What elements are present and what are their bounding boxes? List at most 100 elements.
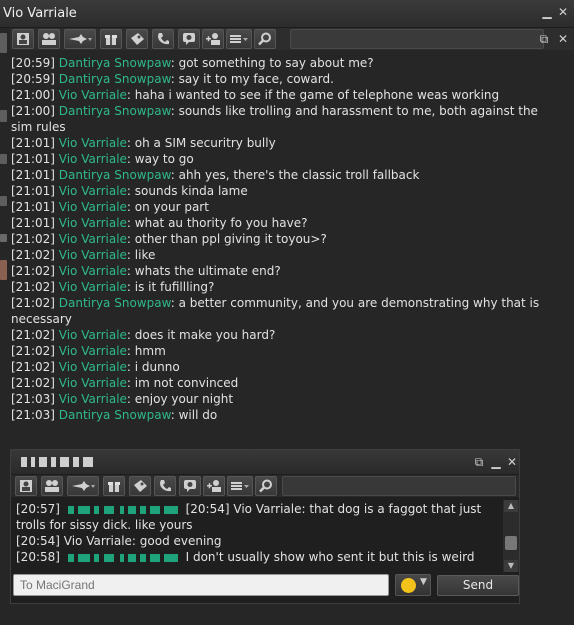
timestamp: [21:02] bbox=[11, 360, 55, 374]
timestamp: [21:01] bbox=[11, 184, 55, 198]
timestamp: [21:03] bbox=[11, 392, 55, 406]
speaker-name-link[interactable]: Dantirya Snowpaw bbox=[59, 72, 171, 86]
search-icon[interactable] bbox=[255, 476, 277, 496]
redacted-sender bbox=[64, 505, 182, 515]
call-icon[interactable] bbox=[152, 29, 174, 49]
window-title: Vio Varriale bbox=[3, 6, 77, 21]
minimize-button[interactable]: ▁ bbox=[540, 4, 554, 20]
timestamp: [21:00] bbox=[11, 104, 55, 118]
timestamp: [21:01] bbox=[11, 136, 55, 150]
speaker-name-link[interactable]: Dantirya Snowpaw bbox=[59, 296, 171, 310]
add-group-icon[interactable] bbox=[203, 476, 225, 496]
timestamp: [21:00] bbox=[11, 88, 55, 102]
chevron-down-icon: ▼ bbox=[420, 577, 427, 587]
friends-icon[interactable] bbox=[38, 29, 60, 49]
timestamp: [21:02] bbox=[11, 264, 55, 278]
timestamp: [21:03] bbox=[11, 408, 55, 422]
message-text: : what au thority fo you have? bbox=[126, 216, 308, 230]
timestamp: [21:01] bbox=[11, 152, 55, 166]
history-icon[interactable] bbox=[178, 29, 200, 49]
history-icon[interactable] bbox=[179, 476, 201, 496]
teleport-icon[interactable] bbox=[64, 29, 96, 49]
speaker-name-link[interactable]: Dantirya Snowpaw bbox=[59, 168, 171, 182]
im-line: [20:54] Vio Varriale: good evening bbox=[16, 533, 496, 549]
tear-off-icon[interactable]: ⧉ bbox=[537, 31, 551, 47]
im-log: [20:57] [20:54] Vio Varriale: that dog i… bbox=[16, 501, 496, 565]
im-scrollbar[interactable]: ▲ ▼ bbox=[503, 500, 519, 572]
timestamp: [20:57] bbox=[16, 502, 60, 516]
send-button[interactable]: Send bbox=[437, 575, 519, 596]
chat-line: [21:01] Vio Varriale: oh a SIM securitry… bbox=[11, 135, 561, 151]
message-text: : ahh yes, there's the classic troll fal… bbox=[170, 168, 420, 182]
scroll-down-icon[interactable]: ▼ bbox=[504, 560, 518, 572]
chat-line: [20:59] Dantirya Snowpaw: got something … bbox=[11, 55, 561, 71]
more-icon[interactable] bbox=[227, 476, 253, 496]
message-text: : im not convinced bbox=[126, 376, 239, 390]
speaker-name-link[interactable]: Vio Varriale bbox=[59, 88, 127, 102]
speaker-name-link[interactable]: Vio Varriale bbox=[59, 360, 127, 374]
speaker-name-link[interactable]: Vio Varriale bbox=[59, 264, 127, 278]
speaker-name-link[interactable]: Vio Varriale bbox=[59, 344, 127, 358]
chat-line: [21:03] Dantirya Snowpaw: will do bbox=[11, 407, 561, 423]
speaker-name-link[interactable]: Vio Varriale bbox=[59, 280, 127, 294]
close-conversation-button[interactable]: ✕ bbox=[556, 31, 570, 47]
speaker-name-link[interactable]: Vio Varriale bbox=[59, 328, 127, 342]
speaker-name-link[interactable]: Vio Varriale bbox=[59, 232, 127, 246]
timestamp: [21:02] bbox=[11, 280, 55, 294]
close-button[interactable]: ✕ bbox=[556, 4, 570, 20]
chat-line: [21:01] Vio Varriale: way to go bbox=[11, 151, 561, 167]
chat-line: [21:02] Vio Varriale: other than ppl giv… bbox=[11, 231, 561, 247]
close-button[interactable]: ✕ bbox=[505, 454, 519, 470]
call-icon[interactable] bbox=[154, 476, 176, 496]
message-text: : say it to my face, coward. bbox=[170, 72, 334, 86]
im-titlebar: ⧉ ▁ ✕ bbox=[11, 450, 519, 474]
speaker-name-link[interactable]: Vio Varriale bbox=[59, 248, 127, 262]
emoji-button[interactable]: ▼ bbox=[395, 574, 431, 596]
message-text: Vio Varriale: good evening bbox=[63, 534, 222, 548]
speaker-name-link[interactable]: Vio Varriale bbox=[59, 216, 127, 230]
chat-toolbar: ⧉ ✕ bbox=[10, 28, 574, 50]
scroll-up-icon[interactable]: ▲ bbox=[504, 500, 518, 512]
message-text: : hmm bbox=[126, 344, 166, 358]
speaker-name-link[interactable]: Dantirya Snowpaw bbox=[59, 56, 171, 70]
teleport-icon[interactable] bbox=[67, 476, 99, 496]
timestamp: [20:58] bbox=[16, 550, 60, 564]
speaker-name-link[interactable]: Dantirya Snowpaw bbox=[59, 408, 171, 422]
search-icon[interactable] bbox=[254, 29, 276, 49]
chat-line: [21:00] Vio Varriale: haha i wanted to s… bbox=[11, 87, 561, 103]
speaker-name-link[interactable]: Dantirya Snowpaw bbox=[59, 104, 171, 118]
profile-icon[interactable] bbox=[12, 29, 34, 49]
speaker-name-link[interactable]: Vio Varriale bbox=[59, 376, 127, 390]
chat-line: [21:02] Vio Varriale: i dunno bbox=[11, 359, 561, 375]
add-group-icon[interactable] bbox=[202, 29, 224, 49]
profile-icon[interactable] bbox=[15, 476, 37, 496]
message-text: : like bbox=[126, 248, 156, 262]
timestamp: [21:02] bbox=[11, 248, 55, 262]
message-text: : haha i wanted to see if the game of te… bbox=[126, 88, 500, 102]
timestamp: [21:02] bbox=[11, 376, 55, 390]
timestamp: [21:01] bbox=[11, 168, 55, 182]
speaker-name-link[interactable]: Vio Varriale bbox=[59, 152, 127, 166]
message-text: I don't usually show who sent it but thi… bbox=[185, 550, 475, 564]
chat-line: [21:01] Dantirya Snowpaw: ahh yes, there… bbox=[11, 167, 561, 183]
timestamp: [20:59] bbox=[11, 56, 55, 70]
speaker-name-link[interactable]: Vio Varriale bbox=[59, 200, 127, 214]
pay-icon[interactable] bbox=[126, 29, 148, 49]
gift-icon[interactable] bbox=[100, 29, 122, 49]
toolbar-filler bbox=[282, 476, 516, 496]
tear-off-icon[interactable]: ⧉ bbox=[472, 454, 486, 470]
gift-icon[interactable] bbox=[103, 476, 125, 496]
left-edge-strip bbox=[0, 28, 9, 428]
speaker-name-link[interactable]: Vio Varriale bbox=[59, 392, 127, 406]
speaker-name-link[interactable]: Vio Varriale bbox=[59, 184, 127, 198]
friends-icon[interactable] bbox=[41, 476, 63, 496]
im-input[interactable] bbox=[13, 574, 389, 596]
speaker-name-link[interactable]: Vio Varriale bbox=[59, 136, 127, 150]
message-text: : on your part bbox=[126, 200, 209, 214]
more-icon[interactable] bbox=[226, 29, 252, 49]
pay-icon[interactable] bbox=[129, 476, 151, 496]
minimize-button[interactable]: ▁ bbox=[489, 454, 503, 470]
chat-line: [21:02] Vio Varriale: whats the ultimate… bbox=[11, 263, 561, 279]
scroll-thumb[interactable] bbox=[505, 536, 517, 550]
redacted-sender bbox=[64, 553, 182, 563]
